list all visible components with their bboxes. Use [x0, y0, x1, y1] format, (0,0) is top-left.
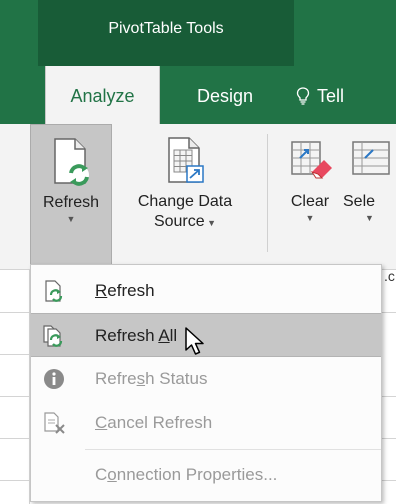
gridline — [382, 396, 396, 397]
dropdown-arrow-icon: ▼ — [204, 218, 217, 228]
gridline — [382, 312, 396, 313]
title-bar: PivotTable Tools — [0, 0, 396, 66]
cancel-refresh-icon — [44, 412, 65, 434]
gridline — [0, 396, 30, 397]
menu-label: Connection Properties... — [95, 465, 278, 484]
clear-label: Clear — [290, 193, 330, 210]
refresh-dropdown-menu: Refresh Refresh All Refresh Status Cance… — [30, 264, 382, 502]
gridline — [382, 480, 396, 481]
info-icon — [44, 369, 64, 389]
ribbon-group-divider — [267, 134, 268, 252]
clear-button[interactable]: Clear ▼ — [280, 124, 340, 270]
tab-analyze[interactable]: Analyze — [45, 66, 160, 124]
dropdown-arrow-icon: ▼ — [365, 213, 374, 223]
row-header-strip — [0, 270, 30, 504]
gridline — [0, 480, 30, 481]
refresh-label: Refresh — [42, 194, 100, 211]
partial-ribbon-label: .c — [384, 268, 395, 284]
refresh-button[interactable]: Refresh ▼ — [30, 124, 112, 270]
tell-me-box[interactable]: Tell — [295, 66, 396, 124]
menu-label: Cancel Refresh — [95, 413, 213, 432]
contextual-group-label: PivotTable Tools — [108, 20, 224, 37]
tell-label: Tell — [317, 86, 345, 106]
tab-design[interactable]: Design — [175, 66, 275, 124]
menu-label: Refresh — [95, 281, 155, 300]
mouse-pointer-icon — [185, 327, 204, 355]
select-button[interactable]: Sele ▼ — [343, 124, 396, 270]
select-icon — [352, 141, 390, 175]
menu-item-refresh-status[interactable]: Refresh Status — [31, 357, 381, 401]
select-label: Sele — [343, 193, 376, 210]
gridline — [0, 312, 30, 313]
menu-label: Refresh Status — [95, 369, 208, 388]
gridline — [0, 354, 30, 355]
menu-label: Refresh All — [95, 326, 178, 345]
ribbon-tab-bar: Analyze Design Tell — [0, 66, 396, 124]
change-data-source-icon — [168, 137, 204, 183]
menu-item-connection-properties[interactable]: Connection Properties... — [31, 453, 381, 497]
change-data-source-label-line2-wrap: Source ▼ — [118, 212, 252, 233]
contextual-tab-group: PivotTable Tools — [38, 0, 294, 66]
menu-separator — [85, 449, 381, 450]
menu-item-cancel-refresh[interactable]: Cancel Refresh — [31, 401, 381, 445]
lightbulb-icon — [296, 87, 310, 105]
refresh-icon — [45, 280, 63, 302]
change-data-source-label-line2: Source — [153, 213, 205, 230]
dropdown-arrow-icon: ▼ — [66, 214, 76, 224]
clear-eraser-icon — [291, 141, 332, 179]
refresh-document-icon — [54, 138, 89, 186]
change-data-source-button[interactable]: Change Data Source ▼ — [118, 124, 252, 270]
refresh-all-icon — [43, 325, 63, 347]
ribbon: Refresh ▼ Change Data Source ▼ Clear ▼ S… — [0, 124, 396, 270]
gridline — [382, 438, 396, 439]
menu-item-refresh[interactable]: Refresh — [31, 269, 381, 313]
dropdown-arrow-icon: ▼ — [305, 213, 315, 223]
change-data-source-label-line1: Change Data — [137, 193, 233, 210]
gridline — [0, 438, 30, 439]
